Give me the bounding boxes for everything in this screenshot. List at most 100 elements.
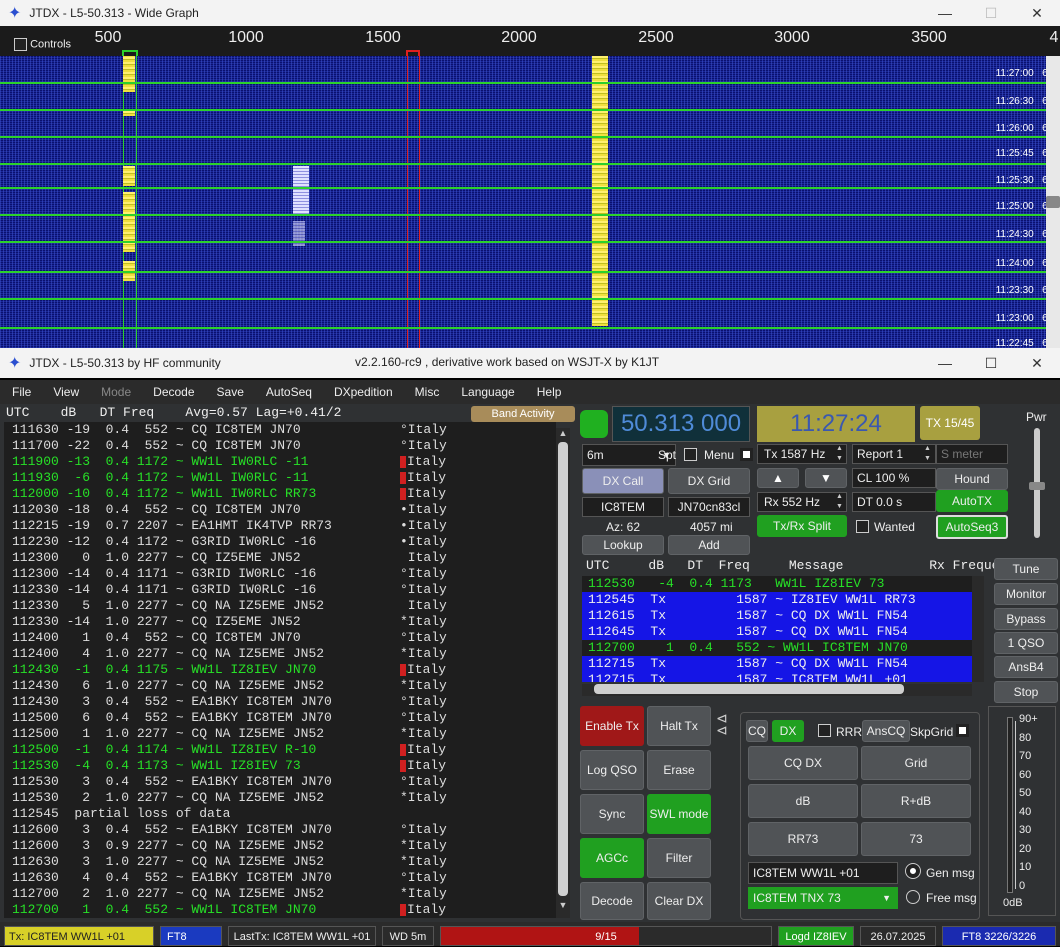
band-activity-row[interactable]: 112600 3 0.9 2277 ~ CQ NA IZ5EME JN52 *It… — [4, 838, 556, 854]
db-button[interactable]: dB — [748, 784, 858, 818]
rx-frequency-row[interactable]: 112530 -4 0.4 1173 WW1L IZ8IEV 73 — [582, 576, 972, 592]
band-activity-row[interactable]: 112230 -12 0.4 1172 ~ G3RID IW0RLC -16 •I… — [4, 534, 556, 550]
band-activity-row[interactable]: 112430 6 1.0 2277 ~ CQ NA IZ5EME JN52 *It… — [4, 678, 556, 694]
band-activity-list[interactable]: 111630 -19 0.4 552 ~ CQ IC8TEM JN70 °Ital… — [4, 422, 556, 918]
erase-button[interactable]: Erase — [647, 750, 711, 790]
autoseq3-button[interactable]: AutoSeq3 — [936, 515, 1008, 539]
tune-button[interactable]: Tune — [994, 558, 1058, 580]
skpgrid-checkbox[interactable] — [956, 724, 969, 737]
close-icon[interactable]: ✕ — [1014, 348, 1060, 378]
band-activity-row[interactable]: 112400 4 1.0 2277 ~ CQ NA IZ5EME JN52 *It… — [4, 646, 556, 662]
rx-freq-spin-icon[interactable]: ▲ ▼ — [836, 492, 848, 512]
ansb4-button[interactable]: AnsB4 — [994, 656, 1058, 678]
band-activity-row[interactable]: 112500 -1 0.4 1174 ~ WW1L IZ8IEV R-10 Ita… — [4, 742, 556, 758]
73-button[interactable]: 73 — [861, 822, 971, 856]
scroll-up-icon[interactable]: ▲ — [556, 428, 570, 438]
spt-checkbox[interactable] — [684, 448, 697, 461]
cq-button[interactable]: CQ — [746, 720, 768, 742]
menu-misc[interactable]: Misc — [415, 385, 440, 399]
dial-frequency[interactable]: 50.313 000 — [612, 406, 750, 442]
band-activity-row[interactable]: 112530 -4 0.4 1173 ~ WW1L IZ8IEV 73 Italy — [4, 758, 556, 774]
menu-help[interactable]: Help — [537, 385, 562, 399]
tx-freq-spin-icon[interactable]: ▲ ▼ — [836, 444, 848, 464]
band-activity-row[interactable]: 111930 -6 0.4 1172 ~ WW1L IW0RLC -11 Ital… — [4, 470, 556, 486]
band-activity-scrollbar[interactable]: ▲ ▼ — [556, 428, 570, 918]
rx-frequency-row[interactable]: 112715 Tx 1587 ~ CQ DX WW1L FN54 — [582, 656, 972, 672]
enable-tx-button[interactable]: Enable Tx — [580, 706, 644, 746]
anscq-button[interactable]: AnsCQ — [862, 720, 910, 742]
band-activity-row[interactable]: 112300 0 1.0 2277 ~ CQ IZ5EME JN52 Italy — [4, 550, 556, 566]
maximize-icon[interactable]: ☐ — [968, 348, 1014, 378]
band-activity-row[interactable]: 112630 3 1.0 2277 ~ CQ NA IZ5EME JN52 *It… — [4, 854, 556, 870]
band-activity-row[interactable]: 112600 3 0.4 552 ~ EA1BKY IC8TEM JN70 °It… — [4, 822, 556, 838]
band-activity-row[interactable]: 112215 -19 0.7 2207 ~ EA1HMT IK4TVP RR73… — [4, 518, 556, 534]
controls-checkbox[interactable]: Controls — [14, 38, 71, 51]
menu-decode[interactable]: Decode — [153, 385, 194, 399]
rx-frequency-spinbox[interactable]: Rx 552 Hz — [757, 492, 847, 512]
grid-button[interactable]: Grid — [861, 746, 971, 780]
swl-mode-button[interactable]: SWL mode — [647, 794, 711, 834]
dx-grid-field[interactable]: JN70cn83cl — [668, 497, 750, 517]
txrx-split-button[interactable]: Tx/Rx Split — [757, 515, 847, 537]
scroll-thumb[interactable] — [558, 442, 568, 896]
rx-frequency-list[interactable]: 112530 -4 0.4 1173 WW1L IZ8IEV 73 112545 … — [582, 576, 972, 682]
band-activity-row[interactable]: 112300 -14 0.4 1171 ~ G3RID IW0RLC -16 °I… — [4, 566, 556, 582]
wanted-checkbox[interactable] — [856, 520, 869, 533]
filter-button[interactable]: Filter — [647, 838, 711, 878]
rr73-button[interactable]: RR73 — [748, 822, 858, 856]
menu-save[interactable]: Save — [217, 385, 244, 399]
add-button[interactable]: Add — [668, 535, 750, 555]
menu-autoseq[interactable]: AutoSeq — [266, 385, 312, 399]
decode-button[interactable]: Decode — [580, 882, 644, 920]
menu-file[interactable]: File — [12, 385, 31, 399]
hound-button[interactable]: Hound — [936, 468, 1008, 490]
rx-frequency-row[interactable]: 112715 Tx 1587 ~ IC8TEM WW1L +01 — [582, 672, 972, 682]
cl-spinbox[interactable]: CL 100 % — [852, 468, 936, 488]
sync-button[interactable]: Sync — [580, 794, 644, 834]
band-activity-row[interactable]: 112030 -18 0.4 552 ~ CQ IC8TEM JN70 •Ital… — [4, 502, 556, 518]
panel-toggle-icon[interactable]: ⊲ ⊲ — [716, 711, 728, 737]
waterfall-scroll-thumb[interactable] — [1046, 196, 1060, 208]
report-spin-icon[interactable]: ▲ ▼ — [924, 444, 936, 464]
band-activity-row[interactable]: 111900 -13 0.4 1172 ~ WW1L IW0RLC -11 Ita… — [4, 454, 556, 470]
halt-tx-button[interactable]: Halt Tx — [647, 706, 711, 746]
menu-checkbox[interactable] — [740, 448, 753, 461]
band-activity-row[interactable]: 112430 -1 0.4 1175 ~ WW1L IZ8IEV JN70 Ita… — [4, 662, 556, 678]
rx-frequency-row[interactable]: 112645 Tx 1587 ~ CQ DX WW1L FN54 — [582, 624, 972, 640]
rrr-checkbox[interactable] — [818, 724, 831, 737]
h-scroll-thumb[interactable] — [594, 684, 904, 694]
gen-msg-radio[interactable] — [905, 863, 921, 879]
band-activity-row[interactable]: 112400 1 0.4 552 ~ CQ IC8TEM JN70 °Italy — [4, 630, 556, 646]
tx-period-button[interactable]: TX 15/45 — [920, 406, 980, 440]
minimize-icon[interactable]: — — [922, 348, 968, 378]
monitor-button[interactable]: Monitor — [994, 583, 1058, 605]
dx-button[interactable]: DX — [772, 720, 804, 742]
free-msg-radio[interactable] — [906, 890, 920, 904]
band-activity-row[interactable]: 112000 -10 0.4 1172 ~ WW1L IW0RLC RR73 It… — [4, 486, 556, 502]
freq-up-button[interactable]: ▲ — [757, 468, 799, 488]
band-activity-label[interactable]: Band Activity — [471, 406, 575, 422]
menu-dxpedition[interactable]: DXpedition — [334, 385, 393, 399]
rx-frequency-row[interactable]: 112615 Tx 1587 ~ CQ DX WW1L FN54 — [582, 608, 972, 624]
band-activity-row[interactable]: 112330 -14 1.0 2277 ~ CQ IZ5EME JN52 *Ita… — [4, 614, 556, 630]
menu-view[interactable]: View — [53, 385, 79, 399]
band-activity-row[interactable]: 112530 2 1.0 2277 ~ CQ NA IZ5EME JN52 *It… — [4, 790, 556, 806]
rx-horizontal-scrollbar[interactable] — [582, 684, 972, 696]
bypass-button[interactable]: Bypass — [994, 608, 1058, 630]
one-qso-button[interactable]: 1 QSO — [994, 632, 1058, 654]
rx-frequency-row[interactable]: 112545 Tx 1587 ~ IZ8IEV WW1L RR73 — [582, 592, 972, 608]
minimize-icon[interactable]: — — [922, 0, 968, 26]
clear-dx-button[interactable]: Clear DX — [647, 882, 711, 920]
dx-grid-button[interactable]: DX Grid — [668, 468, 750, 494]
menu-language[interactable]: Language — [461, 385, 514, 399]
r-db-button[interactable]: R+dB — [861, 784, 971, 818]
band-activity-row[interactable]: 112330 -14 0.4 1171 ~ G3RID IW0RLC -16 °I… — [4, 582, 556, 598]
dx-call-button[interactable]: DX Call — [582, 468, 664, 494]
waterfall-scrollbar[interactable] — [1046, 56, 1060, 348]
waterfall-display[interactable]: 11:27:00 6m 11:26:30 6m 11:26:00 6m 11:2… — [0, 56, 1060, 348]
power-slider[interactable] — [1029, 428, 1045, 538]
band-activity-row[interactable]: 112500 1 1.0 2277 ~ CQ NA IZ5EME JN52 *It… — [4, 726, 556, 742]
band-activity-row[interactable]: 112700 2 1.0 2277 ~ CQ NA IZ5EME JN52 *It… — [4, 886, 556, 902]
power-slider-handle[interactable] — [1029, 482, 1045, 490]
band-activity-row[interactable]: 112545 partial loss of data — [4, 806, 556, 822]
